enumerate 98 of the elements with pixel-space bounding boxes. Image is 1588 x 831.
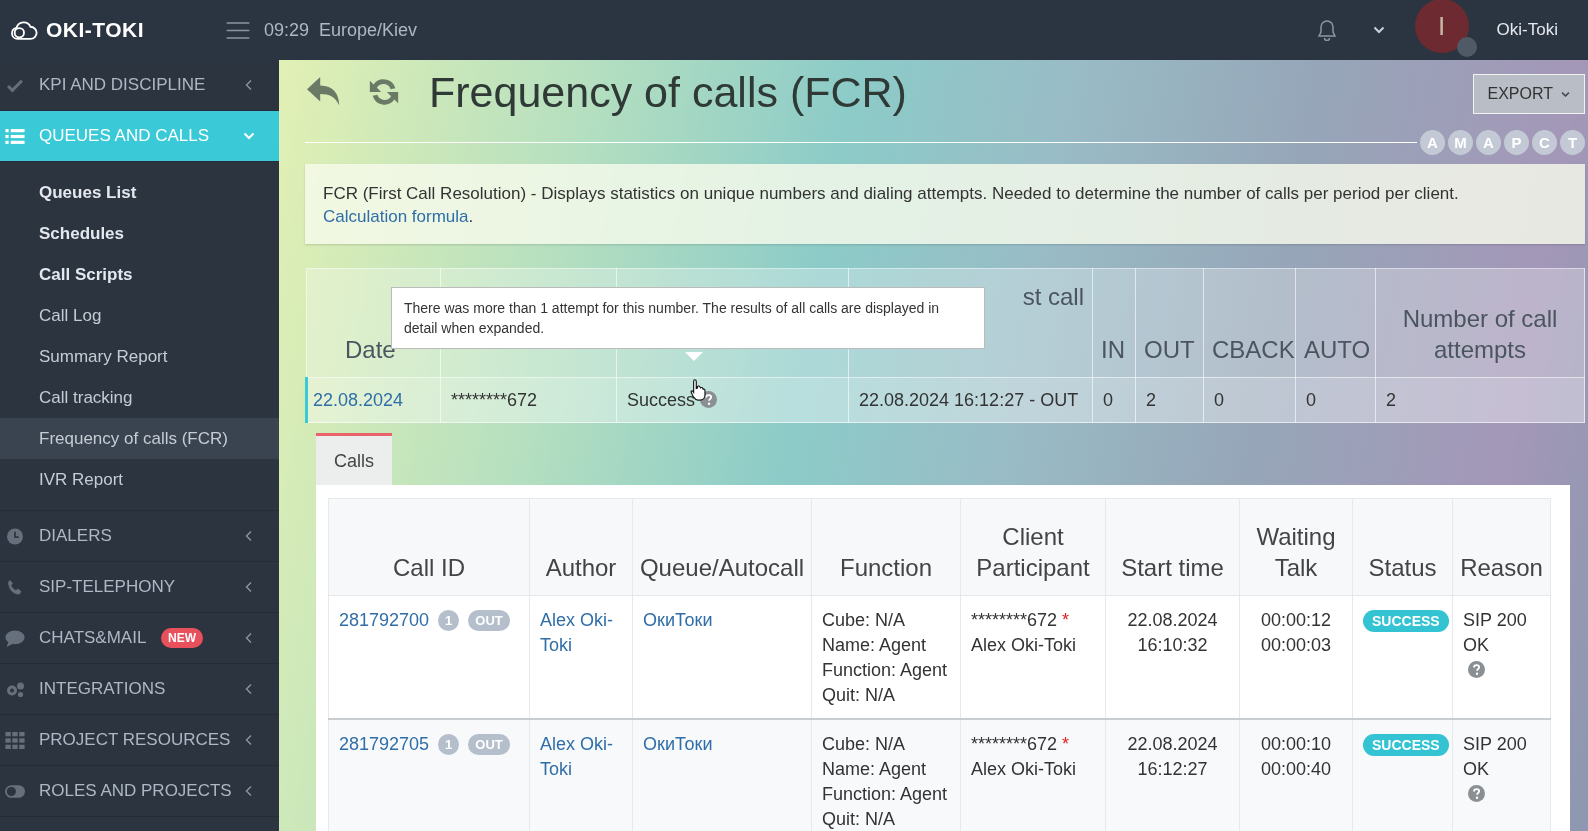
call-id-link[interactable]: 281792705	[339, 732, 430, 757]
avatar[interactable]: I	[1414, 0, 1469, 53]
time-text: 09:29	[264, 19, 310, 41]
count-badge: 1	[438, 610, 460, 631]
function-text: Function: Agent	[822, 659, 949, 682]
menu-icon[interactable]	[226, 21, 250, 39]
table-header: OUT	[1135, 268, 1204, 378]
function-text: Cube: N/A	[822, 609, 907, 632]
start-time: 16:10:32	[1136, 634, 1209, 657]
table-header: Status	[1352, 498, 1453, 596]
calculation-link[interactable]: Calculation formula	[323, 207, 469, 226]
status-badge: SUCCESS	[1363, 610, 1449, 632]
start-date: 22.08.2024	[1126, 609, 1219, 632]
timezone-text: Europe/Kiev	[319, 19, 418, 41]
cloud-icon	[10, 19, 38, 41]
sidebar-subitem[interactable]: Call tracking	[0, 377, 279, 418]
result-text: Success	[627, 389, 696, 410]
table-header: Client Participant	[960, 498, 1106, 596]
participant-name: Alex Oki-Toki	[971, 634, 1078, 657]
start-time: 16:12:27	[1136, 758, 1209, 781]
queue-link[interactable]: ОкиТоки	[643, 610, 713, 630]
function-text: Quit: N/A	[822, 684, 897, 707]
table-header: Author	[529, 498, 633, 596]
required-mark: *	[1062, 734, 1070, 754]
table-header: Number of call attempts	[1375, 268, 1585, 378]
chevron-down-icon	[1561, 89, 1570, 99]
sidebar-subitem[interactable]: Summary Report	[0, 336, 279, 377]
waiting-time: 00:00:10	[1259, 733, 1333, 756]
talk-time: 00:00:03	[1259, 634, 1333, 657]
bell-icon[interactable]	[1316, 19, 1337, 41]
function-text: Function: Agent	[822, 783, 949, 806]
toggle-icon	[5, 782, 25, 800]
table-cell: 0	[1203, 377, 1296, 423]
table-header: Function	[811, 498, 961, 596]
chat-bubble-icon	[5, 629, 25, 647]
table-cell: ********672	[440, 377, 617, 423]
sidebar-subitem[interactable]: Frequency of calls (FCR)	[0, 418, 279, 459]
table-cell: 22.08.2024 16:12:27 - OUT	[848, 377, 1093, 423]
count-badge: 1	[438, 734, 460, 755]
tooltip-pointer-icon	[685, 352, 703, 361]
gears-icon	[5, 680, 25, 698]
table-cell: 2	[1375, 377, 1585, 423]
page-title: Frequency of calls (FCR)	[429, 67, 907, 117]
client-number: ********672	[971, 610, 1058, 630]
sidebar-item[interactable]: PROJECT RESOURCES	[0, 715, 279, 766]
call-id-link[interactable]: 281792700	[339, 608, 430, 633]
table-header: AUTO	[1295, 268, 1376, 378]
tab[interactable]: Calls	[316, 433, 392, 485]
sidebar-subitem[interactable]: Schedules	[0, 213, 279, 254]
table-header: IN	[1092, 268, 1136, 378]
reason-text: SIP 200 OK	[1463, 733, 1528, 781]
table-cell: 0	[1092, 377, 1136, 423]
sidebar-subitem[interactable]: Call Scripts	[0, 254, 279, 295]
user-name[interactable]: Oki-Toki	[1496, 20, 1558, 40]
table-header: Call ID	[328, 498, 530, 596]
chevron-down-icon[interactable]	[1372, 24, 1385, 36]
export-button[interactable]: EXPORT	[1472, 74, 1585, 114]
table-header: Reason	[1452, 498, 1551, 596]
status-dot	[1456, 37, 1477, 57]
talk-time: 00:00:40	[1259, 758, 1333, 781]
tooltip: There was more than 1 attempt for this number. The results of all calls are displayed in detail when expanded.	[391, 287, 985, 349]
table-header: Waiting Talk	[1239, 498, 1353, 596]
sidebar-subitem[interactable]: Call Log	[0, 295, 279, 336]
table-header: Start time	[1105, 498, 1240, 596]
help-icon	[1468, 661, 1485, 678]
table-cell: 2	[1135, 377, 1204, 423]
author-link[interactable]: Alex Oki-Toki	[540, 608, 622, 658]
waiting-time: 00:00:12	[1259, 609, 1333, 632]
start-date: 22.08.2024	[1126, 733, 1219, 756]
sidebar-item[interactable]: DIALERS	[0, 511, 279, 562]
function-text: Quit: N/A	[822, 808, 897, 831]
sidebar-subitem[interactable]: Queues List	[0, 172, 279, 213]
participant-name: Alex Oki-Toki	[971, 758, 1078, 781]
direction-badge: OUT	[468, 610, 510, 631]
client-number: ********672	[971, 734, 1058, 754]
function-text: Cube: N/A	[822, 733, 907, 756]
author-link[interactable]: Alex Oki-Toki	[540, 732, 622, 782]
help-icon	[1468, 785, 1485, 802]
table-header: CBACK	[1203, 268, 1296, 378]
list-icon	[5, 127, 25, 145]
table-header: Queue/Autocall	[632, 498, 812, 596]
table-cell: 0	[1295, 377, 1376, 423]
grid-icon	[5, 731, 25, 749]
info-text: FCR (First Call Resolution) - Displays statistics on unique numbers and dialing attempts. Needed to determine the number of calls per period per client. Calculation formula.	[323, 183, 1460, 228]
sidebar-item[interactable]: CHATS&MAIL NEW	[0, 613, 279, 664]
sidebar-subitem[interactable]: IVR Report	[0, 459, 279, 500]
required-mark: *	[1062, 610, 1070, 630]
new-badge: NEW	[161, 628, 203, 648]
logo-text: OKI-TOKI	[46, 18, 145, 42]
sidebar-item[interactable]: ROLES AND PROJECTS	[0, 766, 279, 817]
function-text: Name: Agent	[822, 758, 928, 781]
reason-text: SIP 200 OK	[1463, 609, 1528, 657]
direction-badge: OUT	[468, 734, 510, 755]
queue-link[interactable]: ОкиТоки	[643, 734, 713, 754]
status-badge: SUCCESS	[1363, 734, 1449, 756]
function-text: Name: Agent	[822, 634, 928, 657]
date-link[interactable]: 22.08.2024	[313, 389, 404, 410]
clock-icon	[5, 527, 25, 545]
